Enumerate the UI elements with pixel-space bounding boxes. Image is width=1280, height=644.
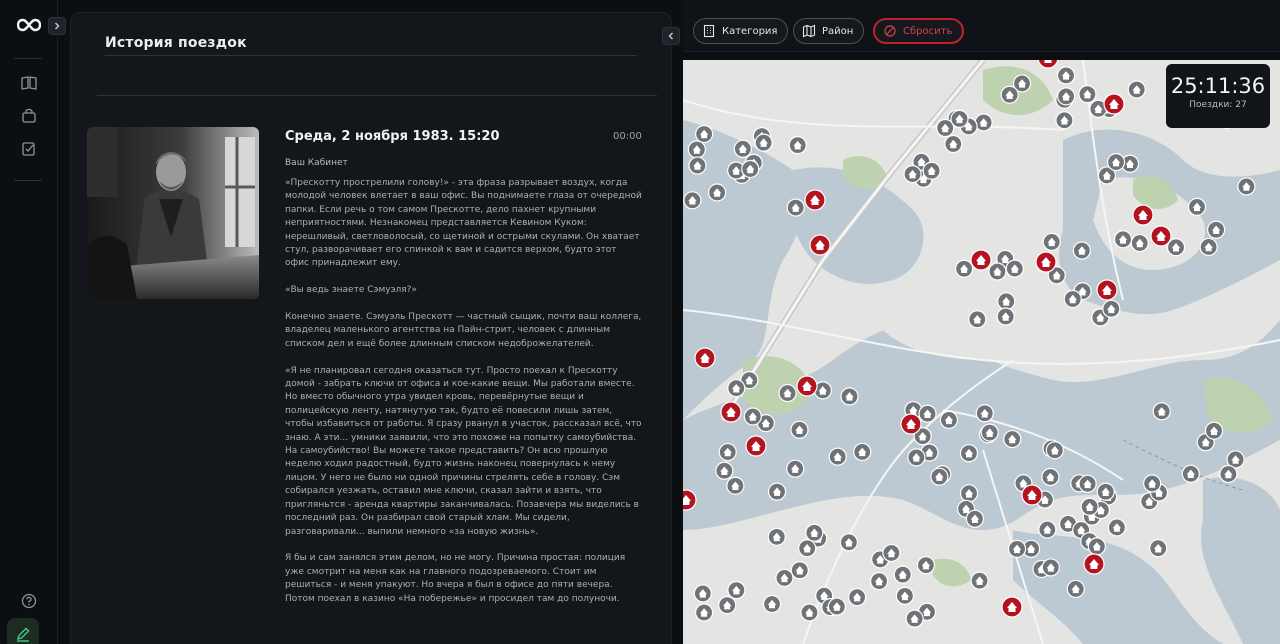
panel-divider (97, 95, 657, 96)
reset-icon (884, 25, 896, 37)
trip-photo[interactable] (87, 127, 259, 299)
category-filter-label: Категория (722, 25, 778, 37)
map-toolbar: Категория Район Сбросить (683, 0, 1280, 52)
trip-duration: 00:00 (613, 131, 642, 142)
detective-portrait-image (87, 127, 259, 299)
story-paragraph: «Вы ведь знаете Сэмуэля?» (285, 285, 417, 296)
trip-timer: 25:11:36 Поездки: 27 (1166, 64, 1270, 128)
infinity-logo-icon[interactable] (17, 16, 41, 34)
help-circle-icon[interactable] (20, 592, 38, 610)
chevron-left-icon (668, 32, 673, 40)
trip-location: Ваш Кабинет (285, 158, 348, 168)
building-icon (703, 24, 715, 38)
category-filter-button[interactable]: Категория (693, 18, 789, 44)
book-icon[interactable] (20, 74, 38, 92)
story-paragraph: Конечно знаете. Сэмуэль Прескотт — частн… (285, 312, 642, 349)
expand-sidebar-button[interactable] (48, 17, 66, 35)
map-canvas[interactable] (683, 60, 1280, 644)
left-rail (0, 0, 66, 644)
trip-story: «Прескотту прострелили голову!» - эта фр… (285, 177, 643, 619)
reset-filters-label: Сбросить (903, 25, 953, 37)
checklist-icon[interactable] (20, 140, 38, 158)
title-underline (105, 55, 637, 56)
building-marker-icon (1044, 60, 1052, 63)
trip-history-panel: История поездок Среда, 2 ноября 1983. 15… (70, 12, 672, 644)
trip-date: Среда, 2 ноября 1983. 15:20 (285, 129, 500, 144)
pencil-icon (16, 627, 30, 642)
bag-icon[interactable] (20, 107, 38, 125)
rail-separator (14, 180, 42, 181)
map-base (683, 60, 1280, 644)
collapse-panel-button[interactable] (662, 27, 680, 45)
map-icon (802, 24, 816, 38)
map-section: Категория Район Сбросить 25:11:36 Поездк… (683, 0, 1280, 644)
story-paragraph: «Прескотту прострелили голову!» - эта фр… (285, 178, 642, 269)
rail-separator (14, 58, 42, 59)
reset-filters-button[interactable]: Сбросить (873, 18, 965, 44)
edit-button[interactable] (7, 618, 39, 644)
story-paragraph: Я бы и сам занялся этим делом, но не мог… (285, 553, 626, 604)
city-map[interactable] (683, 60, 1280, 644)
app-root: История поездок Среда, 2 ноября 1983. 15… (0, 0, 1280, 644)
district-filter-button[interactable]: Район (793, 18, 865, 44)
trips-count: Поездки: 27 (1189, 100, 1247, 110)
story-paragraph: «Я не планировал сегодня оказаться тут. … (285, 365, 642, 537)
timer-value: 25:11:36 (1170, 74, 1266, 98)
panel-title: История поездок (105, 35, 247, 51)
district-filter-label: Район (822, 25, 854, 37)
chevron-right-icon (55, 22, 60, 30)
